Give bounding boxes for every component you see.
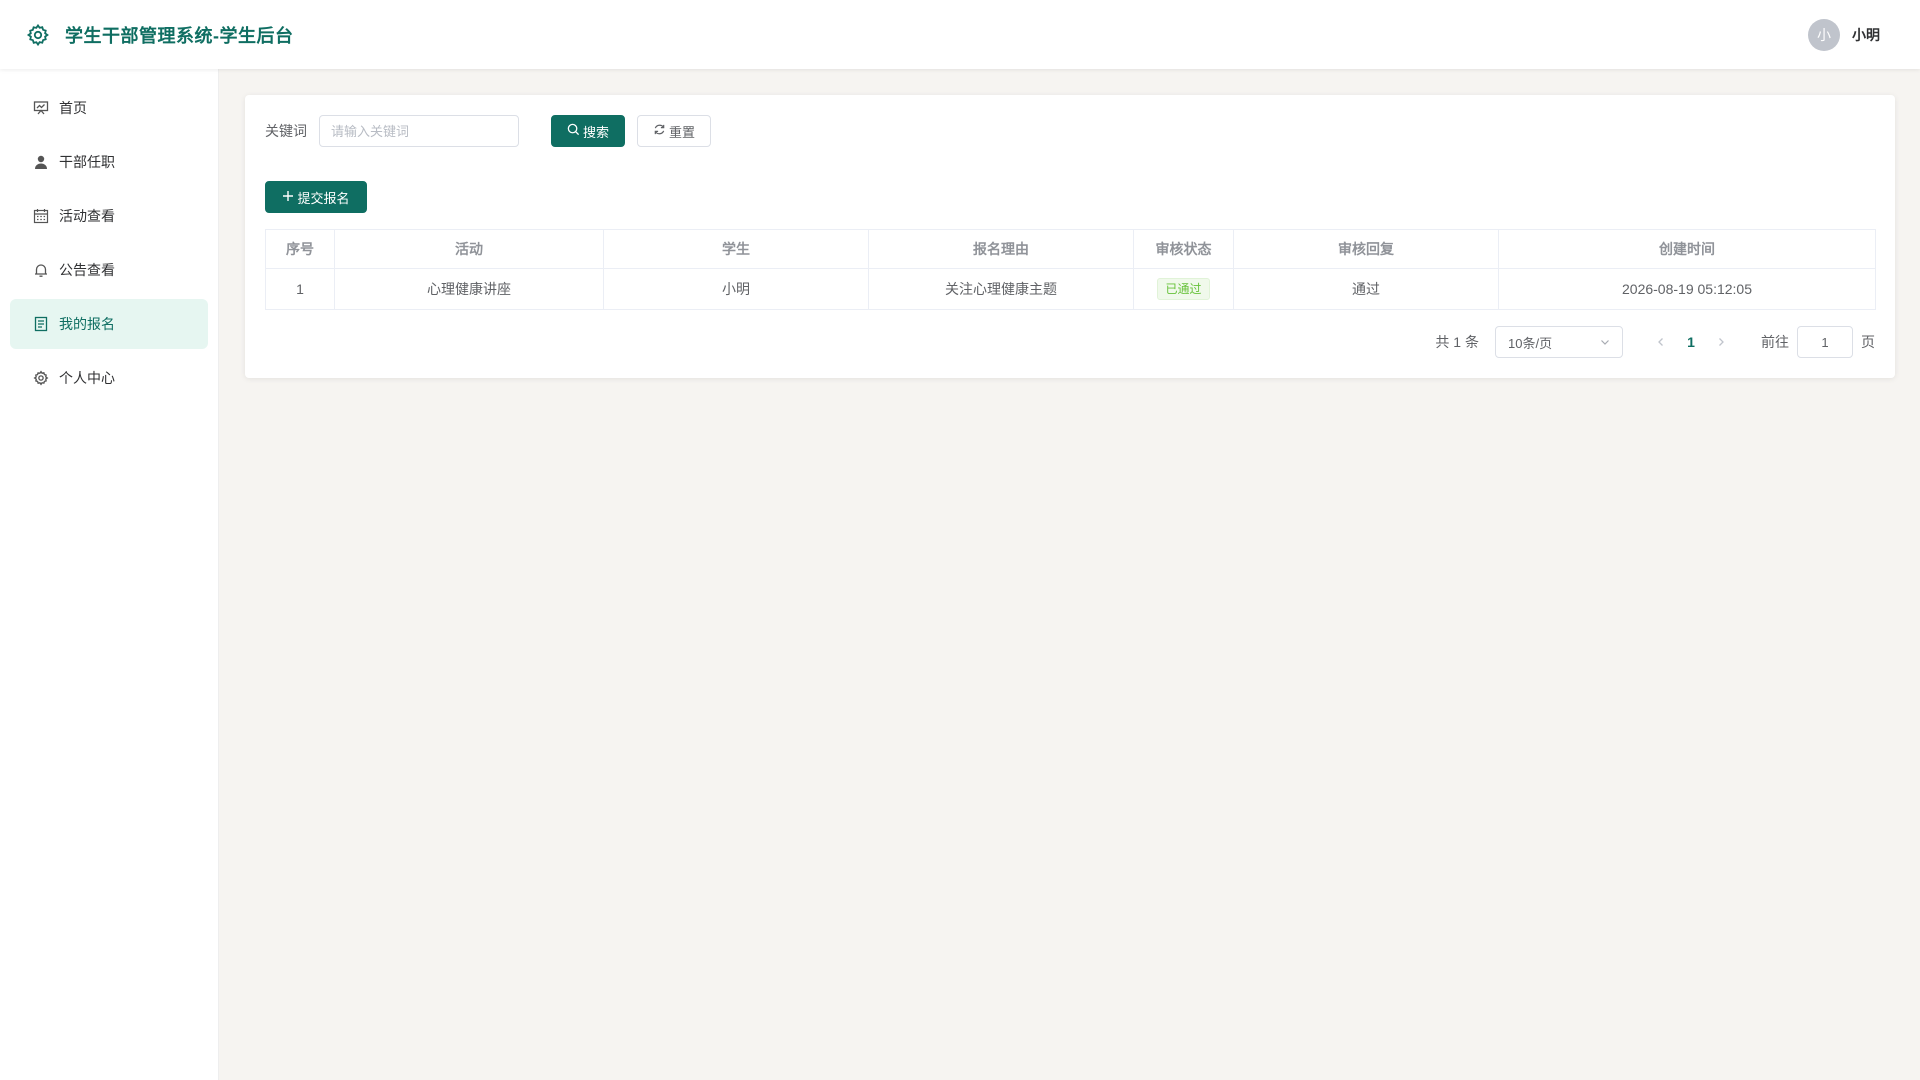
column-header[interactable]: 审核回复 xyxy=(1233,229,1499,269)
sidebar-item-cadre[interactable]: 干部任职 xyxy=(10,137,208,187)
chevron-left-icon xyxy=(1658,338,1663,346)
page-size-value: 10条/页 xyxy=(1508,335,1553,351)
reset-button-label: 重置 xyxy=(669,124,696,140)
column-header[interactable]: 审核状态 xyxy=(1133,229,1234,269)
sidebar-item-label: 干部任职 xyxy=(59,154,115,170)
column-header[interactable]: 报名理由 xyxy=(868,229,1134,269)
status-badge: 已通过 xyxy=(1157,278,1210,300)
calendar-icon xyxy=(33,208,49,224)
user-name[interactable]: 小明 xyxy=(1852,25,1880,45)
cell-student: 小明 xyxy=(603,268,869,310)
sidebar-item-home[interactable]: 首页 xyxy=(10,83,208,133)
avatar[interactable]: 小 xyxy=(1808,18,1840,51)
column-header[interactable]: 学生 xyxy=(603,229,869,269)
user-menu[interactable]: 小 小明 xyxy=(1808,18,1880,51)
cell-created: 2026-08-19 05:12:05 xyxy=(1498,268,1876,310)
prev-page-button[interactable] xyxy=(1647,328,1675,356)
sidebar-item-profile[interactable]: 个人中心 xyxy=(10,353,208,403)
registrations-table: 序号 活动 学生 报名理由 审核状态 审核回复 创建时间 1 心理健康讲座 小明… xyxy=(265,229,1876,310)
search-button-label: 搜索 xyxy=(583,124,610,140)
keyword-input[interactable] xyxy=(319,115,519,147)
page-number-current[interactable]: 1 xyxy=(1675,334,1707,350)
app-title: 学生干部管理系统-学生后台 xyxy=(65,25,294,46)
table-header-row: 序号 活动 学生 报名理由 审核状态 审核回复 创建时间 xyxy=(265,229,1876,269)
pagination: 共 1 条 10条/页 1 前往 1 页 xyxy=(265,326,1875,358)
brand: 学生干部管理系统-学生后台 xyxy=(25,22,294,48)
sidebar-item-label: 个人中心 xyxy=(59,370,115,386)
gear-icon xyxy=(25,22,51,48)
column-header[interactable]: 活动 xyxy=(334,229,604,269)
pagination-total: 共 1 条 xyxy=(1435,334,1479,350)
search-bar: 关键词 搜索 重置 xyxy=(265,115,1875,147)
chevron-right-icon xyxy=(1719,338,1724,346)
presentation-icon xyxy=(33,100,49,116)
next-page-button[interactable] xyxy=(1707,328,1735,356)
user-icon xyxy=(33,154,49,170)
submit-registration-label: 提交报名 xyxy=(297,190,350,206)
plus-icon xyxy=(282,190,294,205)
column-header[interactable]: 序号 xyxy=(265,229,335,269)
sidebar-item-label: 活动查看 xyxy=(59,208,115,224)
chevron-down-icon xyxy=(1600,335,1610,350)
search-icon xyxy=(567,123,580,139)
search-button[interactable]: 搜索 xyxy=(551,115,625,147)
reset-button[interactable]: 重置 xyxy=(637,115,711,147)
content-card: 关键词 搜索 重置 提交报名 xyxy=(245,95,1895,378)
gear-icon xyxy=(33,370,49,386)
sidebar-item-label: 公告查看 xyxy=(59,262,115,278)
sidebar-item-activities[interactable]: 活动查看 xyxy=(10,191,208,241)
cell-status: 已通过 xyxy=(1133,268,1234,310)
sidebar-item-notices[interactable]: 公告查看 xyxy=(10,245,208,295)
goto-page-input[interactable]: 1 xyxy=(1797,326,1853,358)
column-header[interactable]: 创建时间 xyxy=(1498,229,1876,269)
page-size-select[interactable]: 10条/页 xyxy=(1495,326,1623,358)
page-suffix: 页 xyxy=(1861,334,1875,350)
keyword-label: 关键词 xyxy=(265,123,307,139)
cell-reason: 关注心理健康主题 xyxy=(868,268,1134,310)
top-header: 学生干部管理系统-学生后台 小 小明 xyxy=(0,0,1920,69)
sidebar-item-label: 首页 xyxy=(59,100,87,116)
sidebar-item-label: 我的报名 xyxy=(59,316,115,332)
document-icon xyxy=(33,316,49,332)
cell-reply: 通过 xyxy=(1233,268,1499,310)
sidebar-item-my-registrations[interactable]: 我的报名 xyxy=(10,299,208,349)
cell-index: 1 xyxy=(265,268,335,310)
cell-activity: 心理健康讲座 xyxy=(334,268,604,310)
bell-icon xyxy=(33,262,49,278)
sidebar: 首页 干部任职 活动查看 公告查看 我的报名 个人中心 xyxy=(0,69,219,1080)
submit-registration-button[interactable]: 提交报名 xyxy=(265,181,367,213)
table-row[interactable]: 1 心理健康讲座 小明 关注心理健康主题 已通过 通过 2026-08-19 0… xyxy=(265,268,1876,310)
goto-label: 前往 xyxy=(1761,334,1789,350)
refresh-icon xyxy=(653,123,666,139)
